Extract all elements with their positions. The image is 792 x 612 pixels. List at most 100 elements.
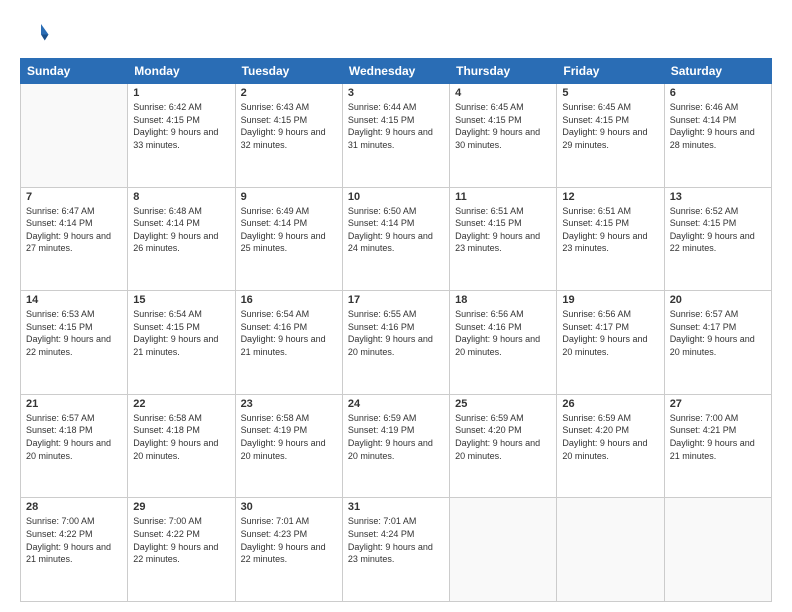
logo bbox=[20, 18, 54, 48]
weekday-header-thursday: Thursday bbox=[450, 59, 557, 84]
day-number: 28 bbox=[26, 501, 122, 513]
day-detail: Sunrise: 7:01 AMSunset: 4:24 PMDaylight:… bbox=[348, 515, 444, 565]
day-number: 25 bbox=[455, 398, 551, 410]
day-number: 24 bbox=[348, 398, 444, 410]
weekday-header-tuesday: Tuesday bbox=[235, 59, 342, 84]
week-row-3: 21 Sunrise: 6:57 AMSunset: 4:18 PMDaylig… bbox=[21, 394, 772, 498]
calendar-cell: 29 Sunrise: 7:00 AMSunset: 4:22 PMDaylig… bbox=[128, 498, 235, 602]
calendar-cell: 7 Sunrise: 6:47 AMSunset: 4:14 PMDayligh… bbox=[21, 187, 128, 291]
day-number: 6 bbox=[670, 87, 766, 99]
day-number: 23 bbox=[241, 398, 337, 410]
day-number: 20 bbox=[670, 294, 766, 306]
calendar-cell: 24 Sunrise: 6:59 AMSunset: 4:19 PMDaylig… bbox=[342, 394, 449, 498]
calendar-cell: 9 Sunrise: 6:49 AMSunset: 4:14 PMDayligh… bbox=[235, 187, 342, 291]
day-detail: Sunrise: 7:00 AMSunset: 4:22 PMDaylight:… bbox=[133, 515, 229, 565]
day-detail: Sunrise: 6:44 AMSunset: 4:15 PMDaylight:… bbox=[348, 101, 444, 151]
calendar-cell: 4 Sunrise: 6:45 AMSunset: 4:15 PMDayligh… bbox=[450, 84, 557, 188]
day-detail: Sunrise: 6:56 AMSunset: 4:17 PMDaylight:… bbox=[562, 308, 658, 358]
day-detail: Sunrise: 7:00 AMSunset: 4:21 PMDaylight:… bbox=[670, 412, 766, 462]
day-detail: Sunrise: 6:58 AMSunset: 4:18 PMDaylight:… bbox=[133, 412, 229, 462]
week-row-2: 14 Sunrise: 6:53 AMSunset: 4:15 PMDaylig… bbox=[21, 291, 772, 395]
calendar-cell: 17 Sunrise: 6:55 AMSunset: 4:16 PMDaylig… bbox=[342, 291, 449, 395]
day-detail: Sunrise: 6:59 AMSunset: 4:20 PMDaylight:… bbox=[562, 412, 658, 462]
day-detail: Sunrise: 6:47 AMSunset: 4:14 PMDaylight:… bbox=[26, 205, 122, 255]
day-number: 5 bbox=[562, 87, 658, 99]
calendar-cell: 3 Sunrise: 6:44 AMSunset: 4:15 PMDayligh… bbox=[342, 84, 449, 188]
day-detail: Sunrise: 6:52 AMSunset: 4:15 PMDaylight:… bbox=[670, 205, 766, 255]
calendar-cell: 22 Sunrise: 6:58 AMSunset: 4:18 PMDaylig… bbox=[128, 394, 235, 498]
day-detail: Sunrise: 6:54 AMSunset: 4:16 PMDaylight:… bbox=[241, 308, 337, 358]
calendar-cell: 27 Sunrise: 7:00 AMSunset: 4:21 PMDaylig… bbox=[664, 394, 771, 498]
weekday-header-sunday: Sunday bbox=[21, 59, 128, 84]
day-detail: Sunrise: 6:58 AMSunset: 4:19 PMDaylight:… bbox=[241, 412, 337, 462]
day-number: 14 bbox=[26, 294, 122, 306]
calendar-cell: 11 Sunrise: 6:51 AMSunset: 4:15 PMDaylig… bbox=[450, 187, 557, 291]
calendar-cell: 1 Sunrise: 6:42 AMSunset: 4:15 PMDayligh… bbox=[128, 84, 235, 188]
day-number: 10 bbox=[348, 191, 444, 203]
day-detail: Sunrise: 6:42 AMSunset: 4:15 PMDaylight:… bbox=[133, 101, 229, 151]
day-number: 7 bbox=[26, 191, 122, 203]
day-number: 19 bbox=[562, 294, 658, 306]
day-number: 31 bbox=[348, 501, 444, 513]
day-detail: Sunrise: 6:59 AMSunset: 4:20 PMDaylight:… bbox=[455, 412, 551, 462]
calendar-cell bbox=[664, 498, 771, 602]
day-detail: Sunrise: 6:56 AMSunset: 4:16 PMDaylight:… bbox=[455, 308, 551, 358]
day-number: 3 bbox=[348, 87, 444, 99]
calendar-cell: 31 Sunrise: 7:01 AMSunset: 4:24 PMDaylig… bbox=[342, 498, 449, 602]
day-number: 11 bbox=[455, 191, 551, 203]
day-detail: Sunrise: 6:57 AMSunset: 4:17 PMDaylight:… bbox=[670, 308, 766, 358]
day-number: 13 bbox=[670, 191, 766, 203]
calendar-cell: 28 Sunrise: 7:00 AMSunset: 4:22 PMDaylig… bbox=[21, 498, 128, 602]
calendar-cell: 2 Sunrise: 6:43 AMSunset: 4:15 PMDayligh… bbox=[235, 84, 342, 188]
day-detail: Sunrise: 6:45 AMSunset: 4:15 PMDaylight:… bbox=[455, 101, 551, 151]
calendar-cell: 6 Sunrise: 6:46 AMSunset: 4:14 PMDayligh… bbox=[664, 84, 771, 188]
day-number: 27 bbox=[670, 398, 766, 410]
header bbox=[20, 18, 772, 48]
day-detail: Sunrise: 6:51 AMSunset: 4:15 PMDaylight:… bbox=[455, 205, 551, 255]
calendar-cell: 25 Sunrise: 6:59 AMSunset: 4:20 PMDaylig… bbox=[450, 394, 557, 498]
calendar-cell: 16 Sunrise: 6:54 AMSunset: 4:16 PMDaylig… bbox=[235, 291, 342, 395]
logo-icon bbox=[20, 18, 50, 48]
day-detail: Sunrise: 6:51 AMSunset: 4:15 PMDaylight:… bbox=[562, 205, 658, 255]
day-number: 22 bbox=[133, 398, 229, 410]
week-row-0: 1 Sunrise: 6:42 AMSunset: 4:15 PMDayligh… bbox=[21, 84, 772, 188]
day-detail: Sunrise: 6:55 AMSunset: 4:16 PMDaylight:… bbox=[348, 308, 444, 358]
calendar-cell: 14 Sunrise: 6:53 AMSunset: 4:15 PMDaylig… bbox=[21, 291, 128, 395]
day-number: 12 bbox=[562, 191, 658, 203]
day-detail: Sunrise: 6:43 AMSunset: 4:15 PMDaylight:… bbox=[241, 101, 337, 151]
day-number: 9 bbox=[241, 191, 337, 203]
calendar-cell: 13 Sunrise: 6:52 AMSunset: 4:15 PMDaylig… bbox=[664, 187, 771, 291]
weekday-header-wednesday: Wednesday bbox=[342, 59, 449, 84]
day-detail: Sunrise: 6:54 AMSunset: 4:15 PMDaylight:… bbox=[133, 308, 229, 358]
calendar-cell: 5 Sunrise: 6:45 AMSunset: 4:15 PMDayligh… bbox=[557, 84, 664, 188]
day-number: 18 bbox=[455, 294, 551, 306]
page: SundayMondayTuesdayWednesdayThursdayFrid… bbox=[0, 0, 792, 612]
week-row-1: 7 Sunrise: 6:47 AMSunset: 4:14 PMDayligh… bbox=[21, 187, 772, 291]
day-number: 15 bbox=[133, 294, 229, 306]
day-number: 8 bbox=[133, 191, 229, 203]
calendar-cell: 10 Sunrise: 6:50 AMSunset: 4:14 PMDaylig… bbox=[342, 187, 449, 291]
calendar-cell bbox=[21, 84, 128, 188]
day-detail: Sunrise: 6:53 AMSunset: 4:15 PMDaylight:… bbox=[26, 308, 122, 358]
week-row-4: 28 Sunrise: 7:00 AMSunset: 4:22 PMDaylig… bbox=[21, 498, 772, 602]
day-number: 1 bbox=[133, 87, 229, 99]
calendar-cell: 19 Sunrise: 6:56 AMSunset: 4:17 PMDaylig… bbox=[557, 291, 664, 395]
weekday-header-monday: Monday bbox=[128, 59, 235, 84]
day-detail: Sunrise: 6:46 AMSunset: 4:14 PMDaylight:… bbox=[670, 101, 766, 151]
calendar-cell: 8 Sunrise: 6:48 AMSunset: 4:14 PMDayligh… bbox=[128, 187, 235, 291]
calendar-cell: 30 Sunrise: 7:01 AMSunset: 4:23 PMDaylig… bbox=[235, 498, 342, 602]
calendar-cell: 18 Sunrise: 6:56 AMSunset: 4:16 PMDaylig… bbox=[450, 291, 557, 395]
day-number: 4 bbox=[455, 87, 551, 99]
day-number: 30 bbox=[241, 501, 337, 513]
day-detail: Sunrise: 6:45 AMSunset: 4:15 PMDaylight:… bbox=[562, 101, 658, 151]
weekday-header-friday: Friday bbox=[557, 59, 664, 84]
calendar-cell: 21 Sunrise: 6:57 AMSunset: 4:18 PMDaylig… bbox=[21, 394, 128, 498]
calendar-cell: 12 Sunrise: 6:51 AMSunset: 4:15 PMDaylig… bbox=[557, 187, 664, 291]
day-detail: Sunrise: 6:59 AMSunset: 4:19 PMDaylight:… bbox=[348, 412, 444, 462]
calendar-cell: 26 Sunrise: 6:59 AMSunset: 4:20 PMDaylig… bbox=[557, 394, 664, 498]
day-number: 2 bbox=[241, 87, 337, 99]
day-detail: Sunrise: 6:48 AMSunset: 4:14 PMDaylight:… bbox=[133, 205, 229, 255]
calendar-cell bbox=[557, 498, 664, 602]
day-detail: Sunrise: 7:01 AMSunset: 4:23 PMDaylight:… bbox=[241, 515, 337, 565]
day-number: 17 bbox=[348, 294, 444, 306]
